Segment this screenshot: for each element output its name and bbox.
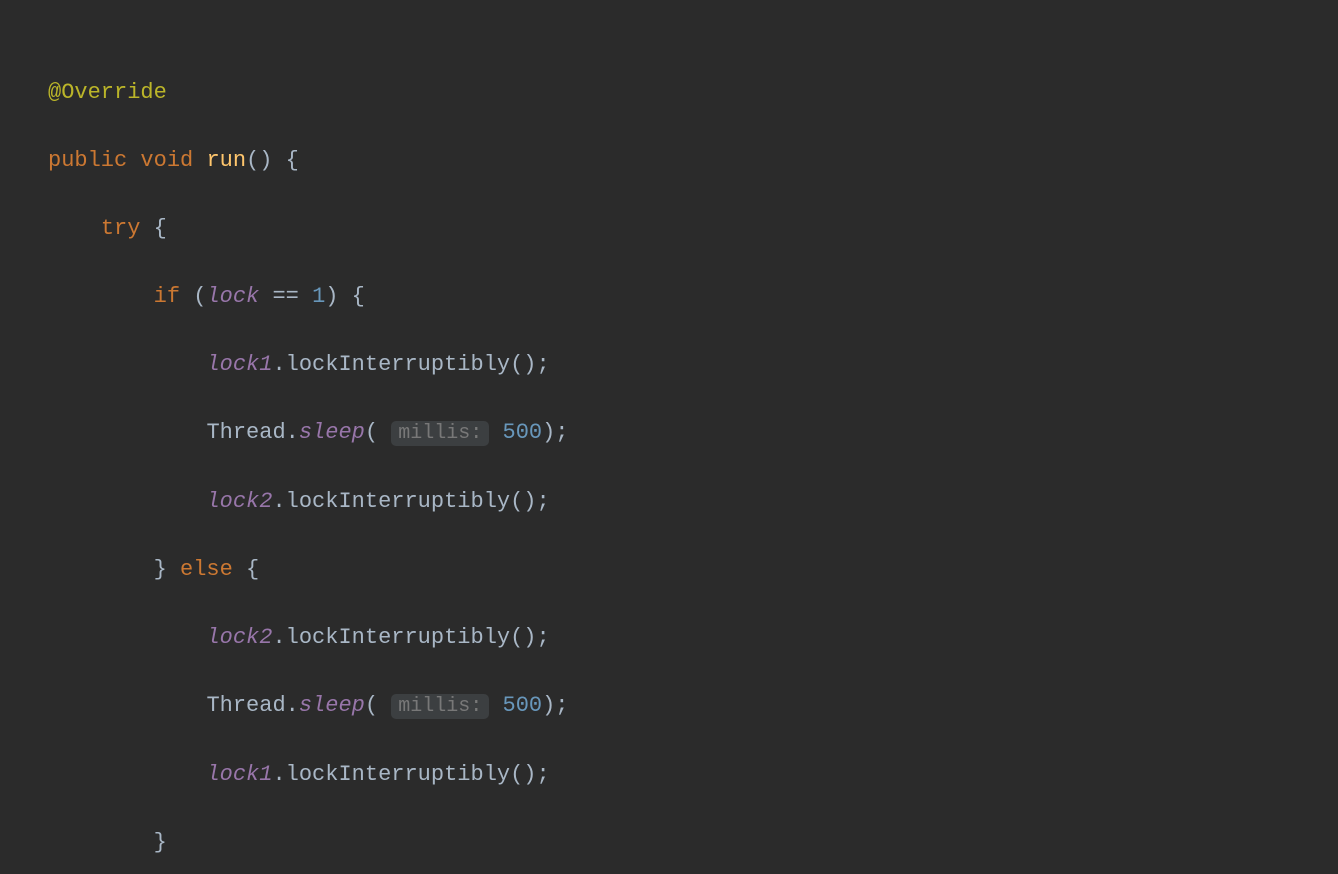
- code-line: lock2.lockInterruptibly();: [0, 485, 1338, 519]
- annotation-override: @Override: [48, 80, 167, 105]
- param-hint-millis: millis:: [391, 694, 489, 719]
- code-line: lock2.lockInterruptibly();: [0, 621, 1338, 655]
- code-line: try {: [0, 212, 1338, 246]
- method-run: run: [206, 148, 246, 173]
- code-line: Thread.sleep( millis: 500);: [0, 416, 1338, 451]
- code-line: if (lock == 1) {: [0, 280, 1338, 314]
- code-line: @Override: [0, 76, 1338, 110]
- code-line: lock1.lockInterruptibly();: [0, 348, 1338, 382]
- code-line: } else {: [0, 553, 1338, 587]
- code-line: lock1.lockInterruptibly();: [0, 758, 1338, 792]
- code-line: Thread.sleep( millis: 500);: [0, 689, 1338, 724]
- param-hint-millis: millis:: [391, 421, 489, 446]
- code-line: public void run() {: [0, 144, 1338, 178]
- code-editor[interactable]: @Override public void run() { try { if (…: [0, 0, 1338, 874]
- code-line: }: [0, 826, 1338, 860]
